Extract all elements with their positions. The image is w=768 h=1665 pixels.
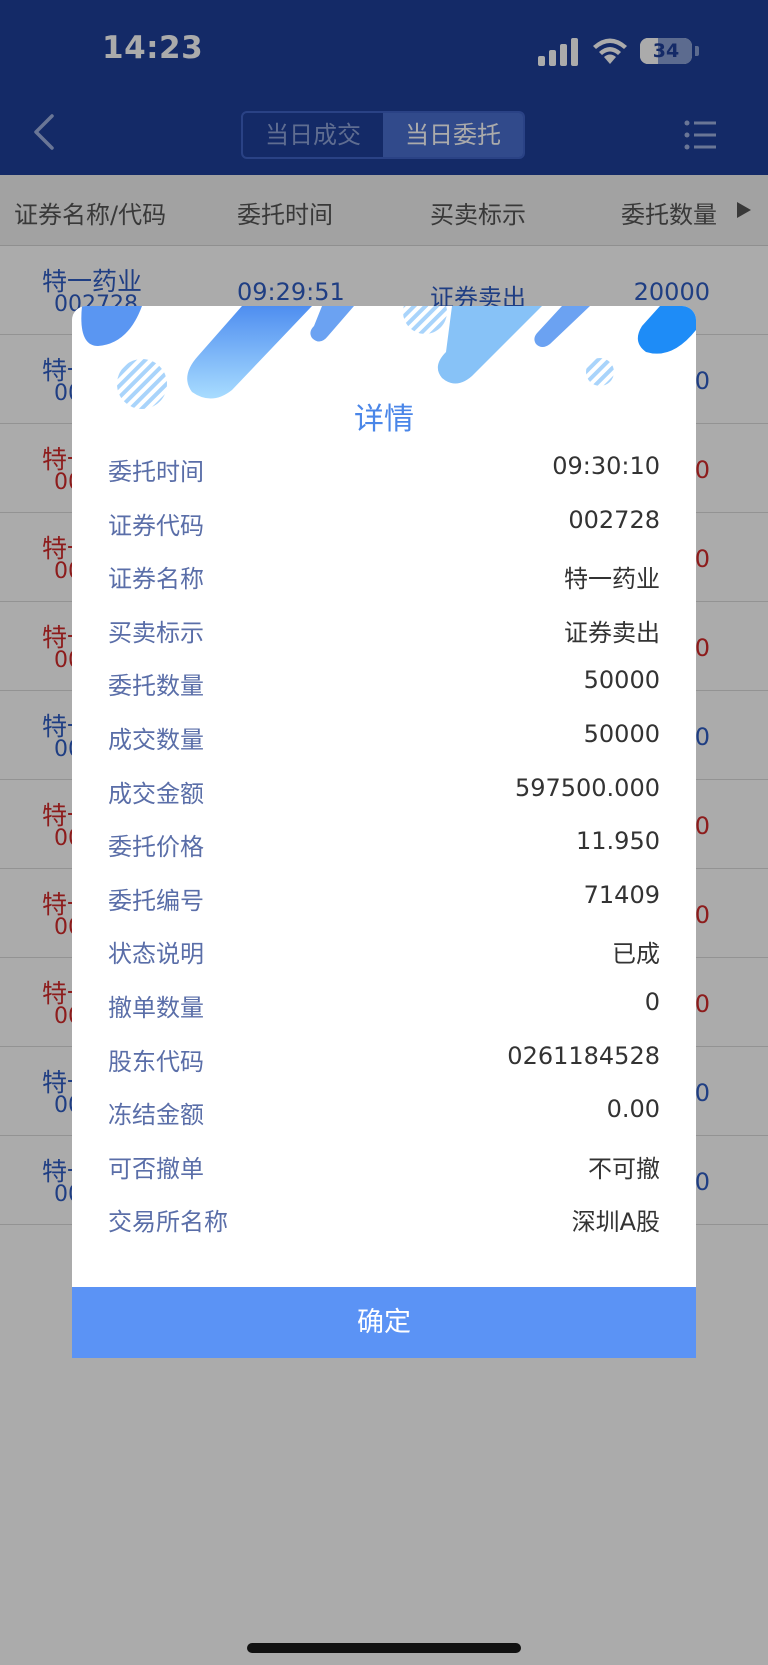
- detail-row: 可否撤单 不可撤: [108, 1139, 660, 1193]
- detail-label: 股东代码: [108, 1047, 204, 1076]
- detail-value: 0: [644, 987, 660, 1016]
- detail-value: 09:30:10: [552, 452, 660, 480]
- detail-row: 委托数量 50000: [108, 656, 660, 710]
- detail-label: 冻结金额: [108, 1101, 204, 1130]
- detail-row: 委托编号 71409: [108, 871, 660, 925]
- detail-row: 状态说明 已成: [108, 924, 660, 978]
- detail-label: 交易所名称: [108, 1208, 228, 1237]
- detail-list: 委托时间 09:30:10 证券代码 002728 证券名称 特一药业 买卖标示…: [108, 442, 660, 1246]
- detail-value: 0261184528: [507, 1041, 660, 1070]
- detail-row: 证券代码 002728: [108, 496, 660, 550]
- detail-value: 深圳A股: [571, 1208, 660, 1237]
- detail-value: 不可撤: [588, 1154, 660, 1183]
- detail-label: 买卖标示: [108, 618, 204, 647]
- confirm-button[interactable]: 确定: [72, 1287, 696, 1358]
- detail-row: 成交数量 50000: [108, 710, 660, 764]
- detail-label: 成交数量: [108, 725, 204, 754]
- detail-value: 597500.000: [514, 773, 660, 802]
- detail-row: 委托时间 09:30:10: [108, 442, 660, 496]
- detail-row: 撤单数量 0: [108, 978, 660, 1032]
- detail-row: 成交金额 597500.000: [108, 764, 660, 818]
- detail-dialog: 详情 委托时间 09:30:10 证券代码 002728 证券名称 特一药业 买…: [72, 306, 696, 1358]
- detail-row: 买卖标示 证券卖出: [108, 603, 660, 657]
- detail-value: 特一药业: [564, 565, 660, 594]
- home-indicator[interactable]: [247, 1643, 521, 1653]
- detail-label: 证券代码: [108, 511, 204, 540]
- detail-label: 状态说明: [108, 940, 204, 969]
- detail-label: 委托价格: [108, 833, 204, 862]
- detail-row: 冻结金额 0.00: [108, 1085, 660, 1139]
- detail-value: 11.950: [576, 827, 660, 856]
- detail-label: 成交金额: [108, 779, 204, 808]
- detail-value: 50000: [583, 666, 660, 695]
- detail-label: 证券名称: [108, 565, 204, 594]
- detail-label: 委托数量: [108, 672, 204, 701]
- detail-value: 50000: [583, 719, 660, 748]
- detail-row: 证券名称 特一药业: [108, 549, 660, 603]
- detail-label: 委托编号: [108, 886, 204, 915]
- detail-row: 交易所名称 深圳A股: [108, 1192, 660, 1246]
- dialog-title: 详情: [354, 402, 414, 437]
- detail-value: 71409: [583, 880, 660, 909]
- detail-value: 0.00: [606, 1095, 660, 1124]
- detail-row: 股东代码 0261184528: [108, 1032, 660, 1086]
- detail-value: 证券卖出: [564, 618, 660, 647]
- detail-value: 002728: [568, 505, 660, 534]
- detail-value: 已成: [612, 940, 660, 969]
- detail-row: 委托价格 11.950: [108, 817, 660, 871]
- detail-label: 委托时间: [108, 458, 204, 486]
- detail-label: 撤单数量: [108, 993, 204, 1022]
- detail-label: 可否撤单: [108, 1154, 204, 1183]
